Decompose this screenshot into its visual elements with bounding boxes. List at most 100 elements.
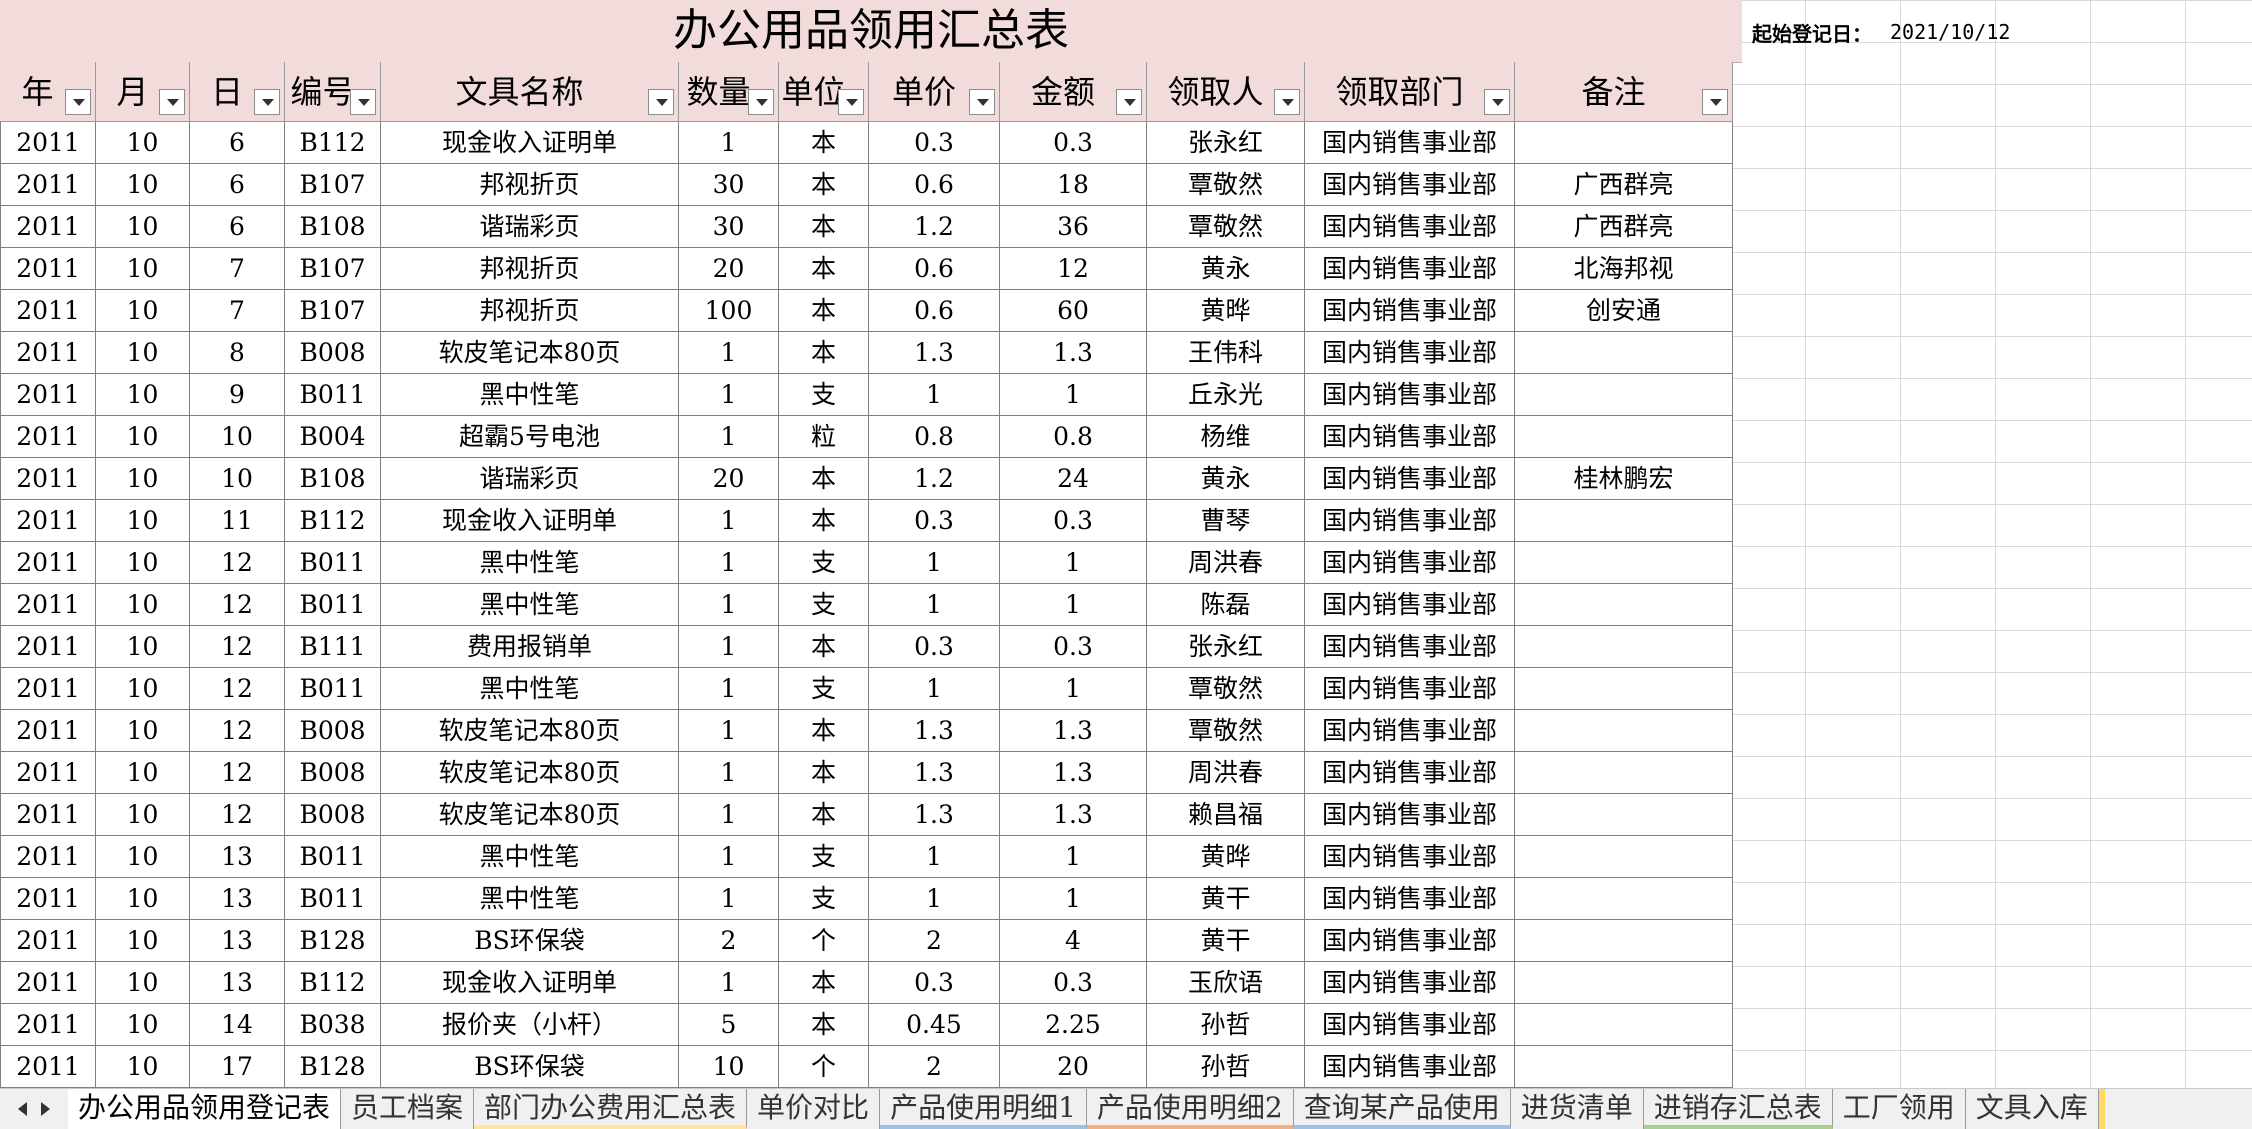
table-cell[interactable]: 0.3 — [869, 500, 1000, 542]
table-cell[interactable]: 2011 — [0, 122, 96, 164]
table-cell[interactable]: 10 — [96, 1004, 190, 1046]
table-cell[interactable]: 丘永光 — [1147, 374, 1305, 416]
table-cell[interactable] — [1515, 122, 1733, 164]
table-cell[interactable]: 0.3 — [1000, 962, 1147, 1004]
table-cell[interactable]: 1 — [679, 542, 779, 584]
table-cell[interactable]: 12 — [190, 752, 285, 794]
start-date-label[interactable]: 起始登记日： — [1752, 18, 1872, 47]
table-cell[interactable]: 1 — [1000, 542, 1147, 584]
table-cell[interactable]: 2011 — [0, 878, 96, 920]
table-cell[interactable]: 0.6 — [869, 248, 1000, 290]
table-cell[interactable]: 1.3 — [1000, 332, 1147, 374]
table-cell[interactable]: 本 — [779, 290, 869, 332]
table-cell[interactable]: 个 — [779, 920, 869, 962]
table-cell[interactable]: 1.3 — [869, 710, 1000, 752]
table-cell[interactable]: 12 — [190, 584, 285, 626]
table-cell[interactable] — [1515, 962, 1733, 1004]
table-cell[interactable]: B112 — [285, 122, 381, 164]
table-cell[interactable]: 2011 — [0, 458, 96, 500]
table-cell[interactable]: B107 — [285, 164, 381, 206]
column-header[interactable]: 数量 — [679, 62, 779, 122]
table-cell[interactable]: 1 — [679, 332, 779, 374]
table-cell[interactable] — [1515, 668, 1733, 710]
table-cell[interactable]: 软皮笔记本80页 — [381, 332, 679, 374]
table-cell[interactable] — [1515, 836, 1733, 878]
table-cell[interactable]: 10 — [190, 416, 285, 458]
table-cell[interactable]: 10 — [96, 290, 190, 332]
table-cell[interactable]: 邦视折页 — [381, 248, 679, 290]
table-cell[interactable]: 国内销售事业部 — [1305, 626, 1515, 668]
table-cell[interactable]: 1 — [869, 542, 1000, 584]
table-cell[interactable]: 0.3 — [1000, 500, 1147, 542]
column-header[interactable]: 单价 — [869, 62, 1000, 122]
sheet-tab[interactable]: 办公用品领用登记表 — [68, 1089, 342, 1129]
table-cell[interactable]: 支 — [779, 374, 869, 416]
table-cell[interactable]: 13 — [190, 920, 285, 962]
column-header[interactable]: 文具名称 — [381, 62, 679, 122]
table-cell[interactable]: 36 — [1000, 206, 1147, 248]
dropdown-filter-icon[interactable] — [1274, 89, 1300, 115]
table-cell[interactable]: 13 — [190, 962, 285, 1004]
sheet-tab[interactable]: 产品使用明细1 — [880, 1089, 1087, 1129]
dropdown-filter-icon[interactable] — [1484, 89, 1510, 115]
table-cell[interactable] — [1515, 920, 1733, 962]
table-cell[interactable]: 国内销售事业部 — [1305, 668, 1515, 710]
table-cell[interactable]: 9 — [190, 374, 285, 416]
table-cell[interactable]: 2011 — [0, 836, 96, 878]
table-cell[interactable]: 本 — [779, 710, 869, 752]
sheet-tab[interactable]: 工厂领用 — [1833, 1089, 1966, 1129]
table-cell[interactable]: 个 — [779, 1046, 869, 1088]
table-cell[interactable]: 现金收入证明单 — [381, 500, 679, 542]
table-cell[interactable]: 0.3 — [869, 962, 1000, 1004]
table-cell[interactable]: B038 — [285, 1004, 381, 1046]
table-cell[interactable]: 本 — [779, 206, 869, 248]
table-cell[interactable]: 黄干 — [1147, 878, 1305, 920]
table-cell[interactable]: 1.3 — [1000, 752, 1147, 794]
table-cell[interactable]: 覃敬然 — [1147, 668, 1305, 710]
table-cell[interactable]: 1.2 — [869, 458, 1000, 500]
table-cell[interactable]: 1 — [1000, 584, 1147, 626]
table-cell[interactable]: 国内销售事业部 — [1305, 290, 1515, 332]
column-header[interactable]: 单位 — [779, 62, 869, 122]
dropdown-filter-icon[interactable] — [65, 89, 91, 115]
table-cell[interactable]: 10 — [96, 878, 190, 920]
table-cell[interactable]: 1 — [679, 878, 779, 920]
dropdown-filter-icon[interactable] — [350, 89, 376, 115]
table-cell[interactable]: 20 — [1000, 1046, 1147, 1088]
sheet-tab[interactable]: 文具入库 — [1966, 1089, 2099, 1129]
dropdown-filter-icon[interactable] — [254, 89, 280, 115]
table-cell[interactable]: 4 — [1000, 920, 1147, 962]
table-cell[interactable]: B011 — [285, 836, 381, 878]
table-cell[interactable]: 1 — [679, 500, 779, 542]
table-cell[interactable]: 支 — [779, 836, 869, 878]
table-cell[interactable]: 12 — [190, 710, 285, 752]
table-cell[interactable]: B112 — [285, 962, 381, 1004]
table-cell[interactable]: 0.6 — [869, 290, 1000, 332]
table-cell[interactable]: 周洪春 — [1147, 542, 1305, 584]
table-cell[interactable]: 10 — [96, 626, 190, 668]
table-cell[interactable]: 覃敬然 — [1147, 164, 1305, 206]
table-cell[interactable]: 覃敬然 — [1147, 710, 1305, 752]
column-header[interactable]: 金额 — [1000, 62, 1147, 122]
table-cell[interactable]: 2011 — [0, 752, 96, 794]
table-cell[interactable]: 6 — [190, 164, 285, 206]
table-cell[interactable]: 10 — [96, 752, 190, 794]
table-cell[interactable]: 20 — [679, 458, 779, 500]
sheet-tab[interactable]: 部门办公费用汇总表 — [474, 1089, 748, 1129]
table-cell[interactable]: 本 — [779, 248, 869, 290]
table-cell[interactable]: 黄晔 — [1147, 836, 1305, 878]
table-cell[interactable]: 本 — [779, 122, 869, 164]
table-cell[interactable]: 广西群亮 — [1515, 164, 1733, 206]
table-cell[interactable]: 10 — [96, 668, 190, 710]
table-cell[interactable]: 国内销售事业部 — [1305, 458, 1515, 500]
table-cell[interactable]: 国内销售事业部 — [1305, 248, 1515, 290]
table-cell[interactable]: 7 — [190, 290, 285, 332]
column-header[interactable]: 日 — [190, 62, 285, 122]
table-cell[interactable]: 国内销售事业部 — [1305, 374, 1515, 416]
table-cell[interactable] — [1515, 332, 1733, 374]
table-cell[interactable]: 10 — [96, 794, 190, 836]
table-cell[interactable]: 1 — [679, 626, 779, 668]
table-cell[interactable]: 国内销售事业部 — [1305, 332, 1515, 374]
table-cell[interactable]: 12 — [190, 668, 285, 710]
table-cell[interactable]: 12 — [190, 794, 285, 836]
